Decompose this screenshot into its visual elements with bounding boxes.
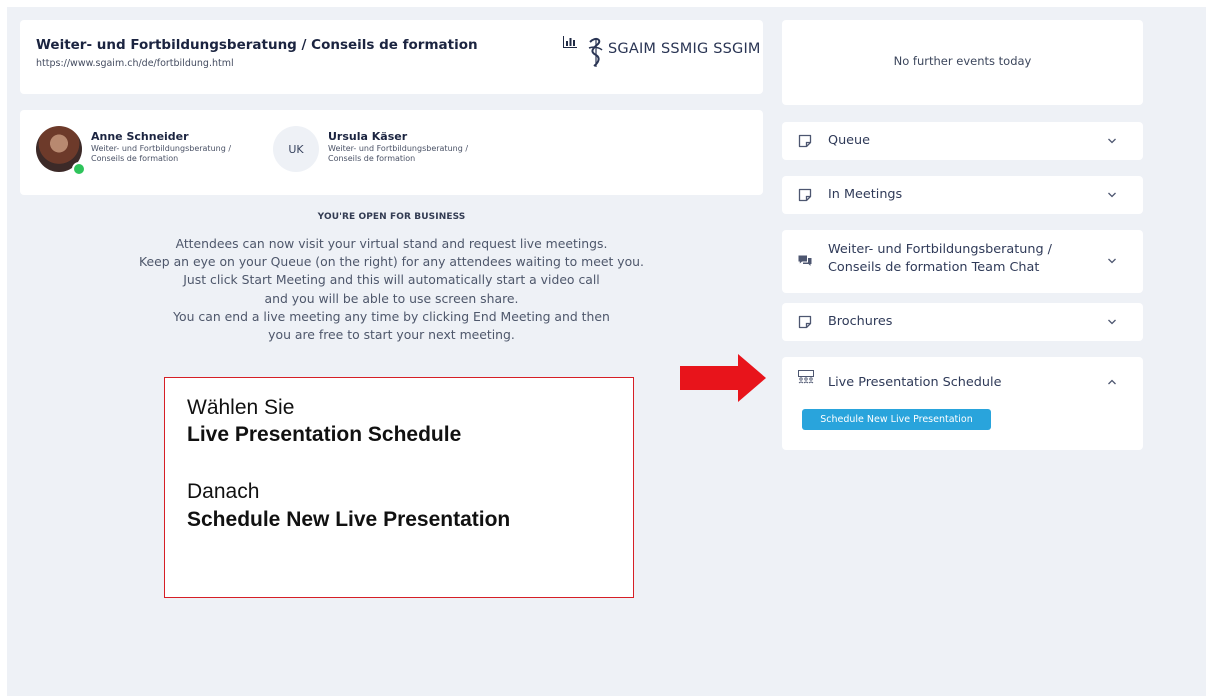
schedule-new-live-presentation-button[interactable]: Schedule New Live Presentation <box>802 409 991 430</box>
chat-icon <box>798 255 812 266</box>
chevron-down-icon[interactable] <box>1107 258 1117 264</box>
accordion-label: In Meetings <box>828 187 903 202</box>
accordion-label: Weiter- und Fortbildungsberatung / <box>828 242 1052 257</box>
online-status-dot <box>72 162 86 176</box>
annotation-line-bold: Schedule New Live Presentation <box>187 508 511 531</box>
stand-header-card: Weiter- und Fortbildungsberatung / Conse… <box>20 20 763 94</box>
annotation-line-bold: Live Presentation Schedule <box>187 423 462 446</box>
note-icon <box>798 188 812 202</box>
app-background: Weiter- und Fortbildungsberatung / Conse… <box>7 7 1206 696</box>
chevron-down-icon[interactable] <box>1107 319 1117 325</box>
events-status: No further events today <box>893 54 1032 68</box>
note-icon <box>798 134 812 148</box>
caduceus-icon <box>588 37 603 67</box>
logo-text: SGAIM SSMIG SSGIM <box>608 41 761 57</box>
accordion-live-presentation-schedule[interactable]: Live Presentation Schedule Schedule New … <box>782 357 1143 450</box>
presentation-icon <box>798 370 814 384</box>
instruction-line: you are free to start your next meeting. <box>268 327 515 343</box>
accordion-label: Conseils de formation Team Chat <box>828 260 1040 275</box>
accordion-queue[interactable]: Queue <box>782 122 1143 160</box>
accordion-team-chat[interactable]: Weiter- und Fortbildungsberatung / Conse… <box>782 230 1143 293</box>
stand-url[interactable]: https://www.sgaim.ch/de/fortbildung.html <box>36 58 234 69</box>
instruction-line: You can end a live meeting any time by c… <box>173 308 610 324</box>
events-card: No further events today <box>782 20 1143 105</box>
note-icon <box>798 315 812 329</box>
chevron-down-icon[interactable] <box>1107 192 1117 198</box>
chevron-down-icon[interactable] <box>1107 138 1117 144</box>
annotation-line: Wählen Sie <box>187 396 295 419</box>
instruction-line: Attendees can now visit your virtual sta… <box>175 236 608 251</box>
annotation-line: Danach <box>187 480 260 503</box>
accordion-label: Live Presentation Schedule <box>828 375 1002 390</box>
accordion-brochures[interactable]: Brochures <box>782 303 1143 341</box>
red-arrow-icon <box>680 354 766 402</box>
member-name: Anne Schneider <box>91 130 189 143</box>
accordion-label: Queue <box>828 133 871 148</box>
team-members-card: Anne Schneider Weiter- und Fortbildungsb… <box>20 110 763 195</box>
instruction-line: and you will be able to use screen share… <box>264 290 519 306</box>
member-organization: Weiter- und Fortbildungsberatung / Conse… <box>91 144 232 163</box>
avatar: UK <box>273 126 319 172</box>
member-organization: Weiter- und Fortbildungsberatung / Conse… <box>328 144 469 163</box>
instruction-line: Just click Start Meeting and this will a… <box>183 272 600 288</box>
instructions-text: Attendees can now visit your virtual sta… <box>20 235 763 344</box>
instruction-annotation-box: Wählen Sie Live Presentation Schedule Da… <box>164 377 634 598</box>
stand-title: Weiter- und Fortbildungsberatung / Conse… <box>36 37 478 53</box>
sgaim-logo: SGAIM SSMIG SSGIM <box>586 34 766 68</box>
member-name: Ursula Käser <box>328 130 408 143</box>
instruction-line: Keep an eye on your Queue (on the right)… <box>139 254 644 270</box>
stats-icon[interactable] <box>563 36 577 48</box>
accordion-label: Brochures <box>828 314 893 329</box>
accordion-in-meetings[interactable]: In Meetings <box>782 176 1143 214</box>
chevron-up-icon[interactable] <box>1107 379 1117 385</box>
status-title: YOU'RE OPEN FOR BUSINESS <box>317 212 466 222</box>
